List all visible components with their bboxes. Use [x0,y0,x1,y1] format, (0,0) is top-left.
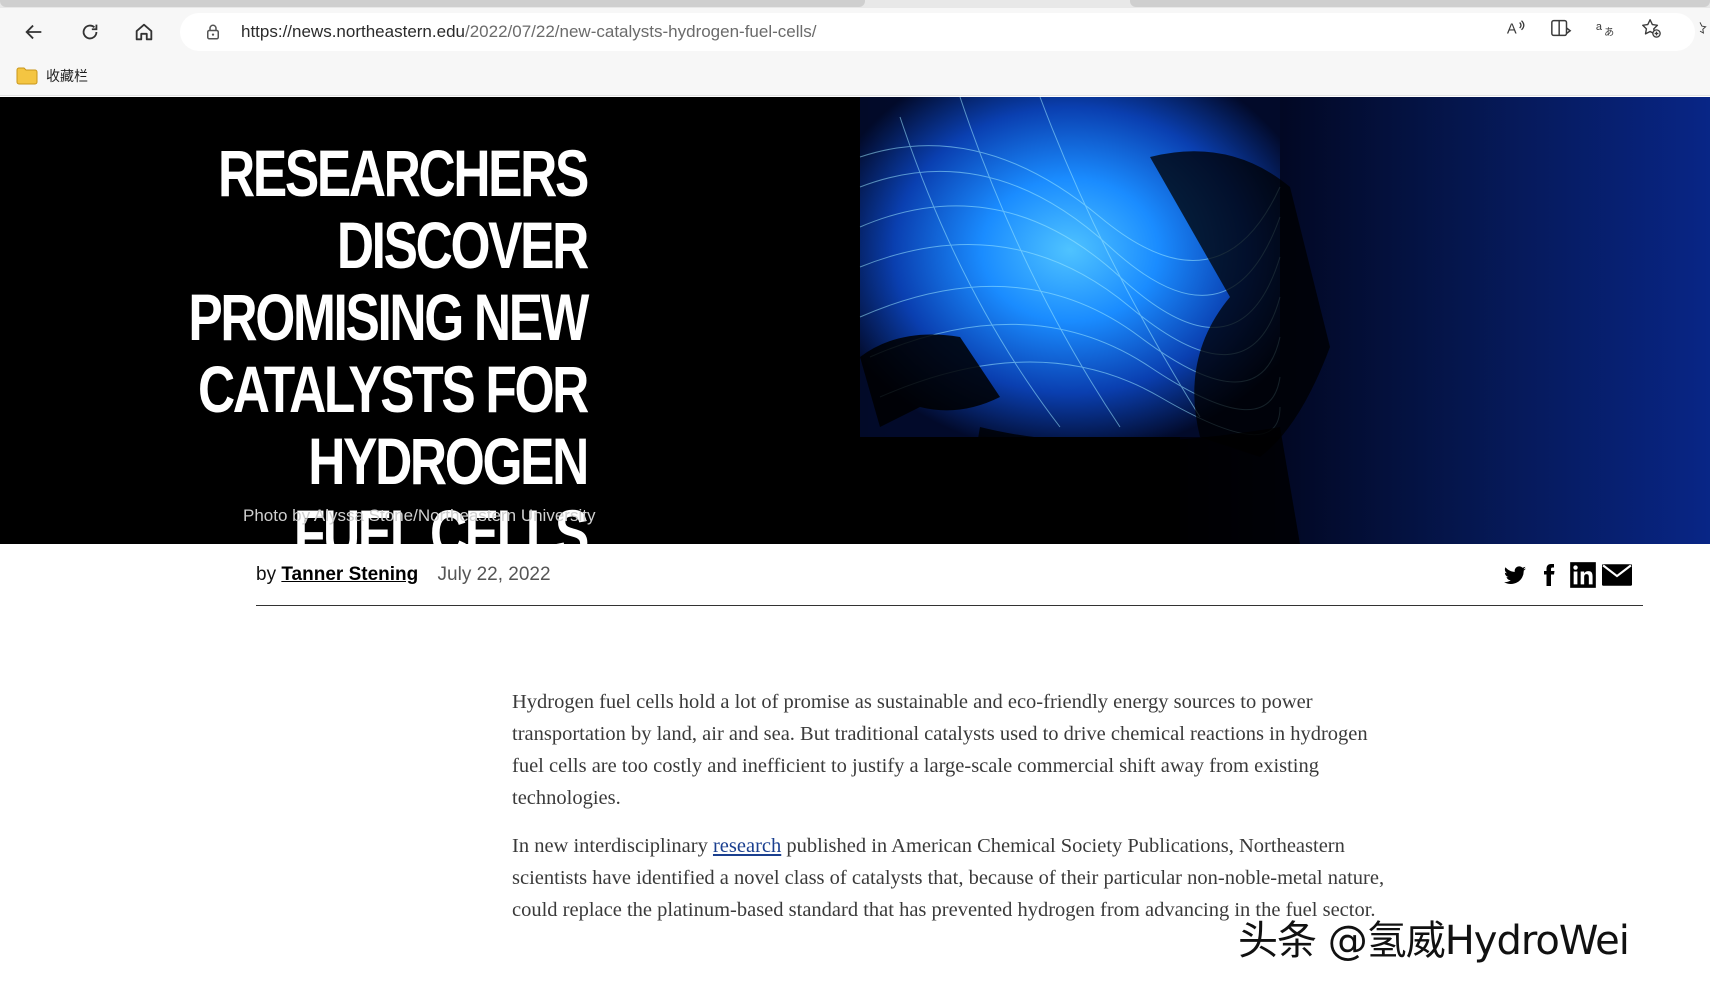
photo-credit: Photo by Alyssa Stone/Northeastern Unive… [243,506,596,525]
article-paragraph: Hydrogen fuel cells hold a lot of promis… [512,691,1368,809]
publish-date: July 22, 2022 [437,564,551,585]
hero-banner: RESEARCHERS DISCOVER PROMISING NEW CATAL… [0,97,1710,544]
author-link[interactable]: Tanner Stening [281,564,418,585]
headline-line: RESEARCHERS DISCOVER [217,136,589,282]
lock-icon[interactable] [204,23,222,41]
linkedin-icon[interactable] [1566,560,1600,590]
favorites-folder-label: 收藏栏 [46,68,88,84]
folder-icon [16,67,38,85]
article-headline: RESEARCHERS DISCOVER PROMISING NEW CATAL… [160,136,589,544]
read-aloud-icon[interactable]: A [1505,17,1527,39]
svg-text:あ: あ [1604,26,1614,38]
watermark-overlay: 头条 @氢威HydroWei [1238,918,1630,964]
url-path: /2022/07/22/new-catalysts-hydrogen-fuel-… [464,22,817,41]
url-text[interactable]: https://news.northeastern.edu/2022/07/22… [241,13,817,51]
svg-text:a: a [1596,21,1603,33]
favorites-folder[interactable]: 收藏栏 [16,65,88,87]
tab-inactive[interactable] [0,0,865,7]
refresh-icon [82,24,98,40]
twitter-icon[interactable] [1498,560,1532,590]
back-arrow-icon [25,24,42,40]
byline: by Tanner Stening July 22, 2022 [256,560,551,590]
url-host: https://news.northeastern.edu [241,22,465,41]
headline-line: PROMISING NEW [188,280,589,354]
home-icon [135,23,153,41]
add-favorite-icon[interactable] [1640,17,1662,39]
article-body: Hydrogen fuel cells hold a lot of promis… [512,686,1392,942]
headline-line: CATALYSTS FOR HYDROGEN [197,352,589,498]
research-link[interactable]: research [713,835,781,857]
byline-prefix: by [256,564,277,585]
email-icon[interactable] [1600,560,1634,590]
home-button[interactable] [128,16,160,48]
refresh-button[interactable] [74,16,106,48]
facebook-icon[interactable] [1532,560,1566,590]
collections-icon[interactable] [1695,17,1710,39]
browser-toolbar: https://news.northeastern.edu/2022/07/22… [0,8,1710,56]
svg-text:A: A [1507,22,1517,38]
tab-strip [0,0,1710,8]
immersive-reader-icon[interactable] [1550,17,1572,39]
tab-inactive[interactable] [1130,0,1710,7]
back-button[interactable] [18,16,50,48]
address-bar[interactable]: https://news.northeastern.edu/2022/07/22… [180,13,1695,51]
paragraph-text: In new interdisciplinary [512,835,713,857]
share-buttons [1498,560,1634,590]
byline-divider [256,605,1643,606]
translate-icon[interactable]: aあ [1595,17,1617,39]
favorites-bar: 收藏栏 [0,56,1710,96]
